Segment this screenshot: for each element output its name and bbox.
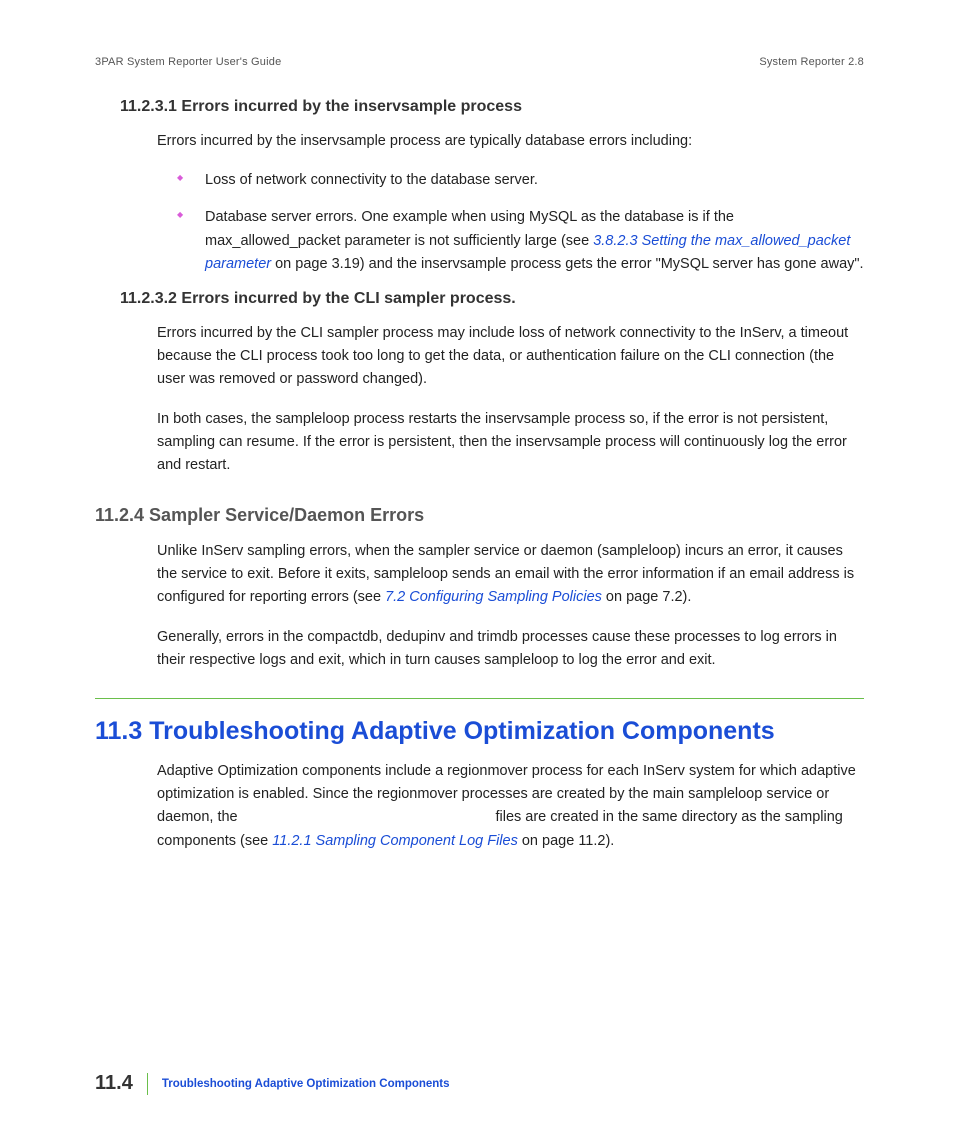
heading-11-3: 11.3 Troubleshooting Adaptive Optimizati… <box>95 717 864 746</box>
section-divider <box>95 698 864 699</box>
gap-text <box>242 809 492 825</box>
list-item: Database server errors. One example when… <box>177 206 864 276</box>
page-footer: 11.4 Troubleshooting Adaptive Optimizati… <box>95 1072 450 1095</box>
footer-divider <box>147 1073 148 1095</box>
cross-ref-link[interactable]: 11.2.1 Sampling Component Log Files <box>272 833 518 849</box>
list-item: Loss of network connectivity to the data… <box>177 169 864 192</box>
body-text: on page 11.2). <box>518 833 614 849</box>
body-paragraph: Unlike InServ sampling errors, when the … <box>157 540 864 610</box>
body-paragraph: Generally, errors in the compactdb, dedu… <box>157 626 864 672</box>
document-page: 3PAR System Reporter User's Guide System… <box>0 0 954 1145</box>
body-paragraph: Errors incurred by the CLI sampler proce… <box>157 322 864 392</box>
cross-ref-link[interactable]: 7.2 Configuring Sampling Policies <box>385 589 602 605</box>
bullet-list: Loss of network connectivity to the data… <box>177 169 864 276</box>
heading-11-2-4: 11.2.4 Sampler Service/Daemon Errors <box>95 505 864 526</box>
header-left: 3PAR System Reporter User's Guide <box>95 56 281 68</box>
heading-11-2-3-2: 11.2.3.2 Errors incurred by the CLI samp… <box>120 290 864 308</box>
body-paragraph: Adaptive Optimization components include… <box>157 760 864 853</box>
header-right: System Reporter 2.8 <box>759 56 864 68</box>
body-paragraph: In both cases, the sampleloop process re… <box>157 408 864 478</box>
body-text: on page 7.2). <box>602 589 692 605</box>
page-header: 3PAR System Reporter User's Guide System… <box>95 56 864 68</box>
intro-text: Errors incurred by the inservsample proc… <box>157 130 864 153</box>
page-number: 11.4 <box>95 1072 133 1095</box>
list-text: on page 3.19) and the inservsample proce… <box>271 256 863 272</box>
footer-section-title: Troubleshooting Adaptive Optimization Co… <box>162 1078 450 1090</box>
heading-11-2-3-1: 11.2.3.1 Errors incurred by the inservsa… <box>120 98 864 116</box>
